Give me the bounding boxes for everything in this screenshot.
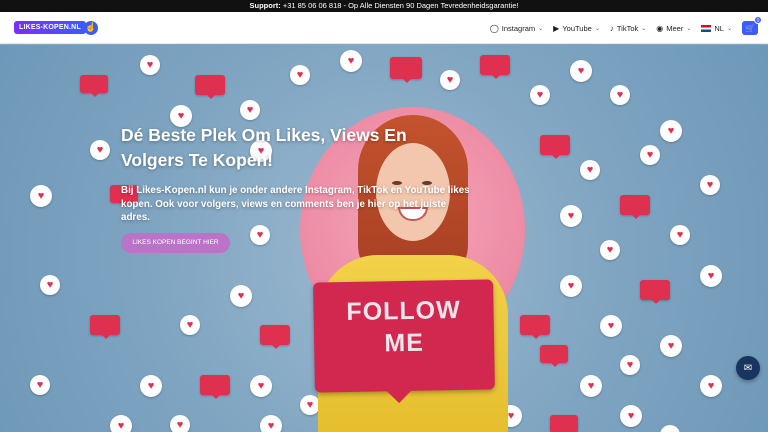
heart-bubble-decoration	[250, 375, 272, 397]
heart-bubble-decoration	[620, 355, 640, 375]
heart-bubble-decoration	[580, 375, 602, 397]
chevron-down-icon: ⌄	[641, 25, 647, 32]
likes-kopen-cta-button[interactable]: LIKES KOPEN BEGINT HIER	[121, 233, 230, 253]
announcement-bar: Support: +31 85 06 06 818 - Op Alle Dien…	[0, 0, 768, 12]
sign-line-1: FOLLOW	[346, 296, 461, 326]
heart-bubble-decoration	[610, 85, 630, 105]
heart-bubble-decoration	[440, 70, 460, 90]
chat-bubble-icon: ✉	[743, 362, 753, 374]
eye-icon: ◉	[656, 23, 664, 33]
menu-label-meer: Meer	[666, 23, 684, 33]
heart-bubble-decoration	[660, 425, 680, 432]
menu-item-tiktok[interactable]: ♪ TikTok ⌄	[610, 24, 646, 33]
heart-bubble-decoration	[700, 175, 720, 195]
menu-label-tiktok: TikTok	[616, 23, 639, 33]
menu-item-youtube[interactable]: ▶ YouTube ⌄	[553, 24, 600, 33]
menu-item-meer[interactable]: ◉ Meer ⌄	[656, 24, 691, 33]
chevron-down-icon: ⌄	[686, 25, 692, 32]
heart-bubble-decoration	[290, 65, 310, 85]
heart-bubble-decoration	[620, 405, 642, 427]
heart-bubble-decoration	[250, 225, 270, 245]
like-tag-decoration	[260, 325, 290, 349]
cart-button[interactable]: 🛒 0	[742, 16, 762, 35]
announcement-label: Support:	[249, 1, 281, 10]
hero-lead-text: Bij Likes-Kopen.nl kun je onder andere I…	[121, 185, 470, 223]
heart-bubble-decoration	[180, 315, 200, 335]
heart-bubble-decoration	[560, 205, 582, 227]
language-selector[interactable]: NL ⌄	[701, 24, 732, 33]
heart-bubble-decoration	[670, 225, 690, 245]
like-tag-decoration	[80, 75, 108, 97]
heart-bubble-decoration	[300, 395, 320, 415]
heart-bubble-decoration	[600, 315, 622, 337]
like-tag-decoration	[195, 75, 225, 99]
heart-bubble-decoration	[660, 120, 682, 142]
like-tag-decoration	[390, 57, 422, 83]
heart-bubble-decoration	[90, 140, 110, 160]
like-tag-decoration	[480, 55, 510, 79]
language-label: NL	[714, 23, 724, 33]
heart-bubble-decoration	[30, 185, 52, 207]
heart-bubble-decoration	[140, 55, 160, 75]
like-tag-decoration	[640, 280, 670, 304]
heart-bubble-decoration	[560, 275, 582, 297]
heart-bubble-decoration	[260, 415, 282, 432]
dutch-flag-icon	[701, 24, 712, 32]
chat-button[interactable]: ✉	[736, 356, 760, 380]
logo-text: LIKES-KOPEN.NL	[14, 21, 86, 34]
like-tag-decoration	[620, 195, 650, 219]
hero-headline: Dé Beste Plek Om Likes, Views En Volgers…	[121, 125, 407, 170]
announcement-text: +31 85 06 06 818 - Op Alle Diensten 90 D…	[280, 1, 519, 10]
heart-bubble-decoration	[340, 50, 362, 72]
menu-item-instagram[interactable]: ◯ Instagram ⌄	[490, 24, 543, 33]
heart-bubble-decoration	[660, 335, 682, 357]
heart-bubble-decoration	[700, 375, 722, 397]
heart-bubble-decoration	[700, 265, 722, 287]
like-tag-decoration	[540, 135, 570, 159]
site-header: LIKES-KOPEN.NL ☝ ◯ Instagram ⌄ ▶ YouTube…	[0, 12, 768, 44]
like-tag-decoration	[90, 315, 120, 339]
follow-me-sign: FOLLOW ME	[313, 279, 495, 393]
cart-icon: 🛒	[745, 23, 755, 33]
main-menu: ◯ Instagram ⌄ ▶ YouTube ⌄ ♪ TikTok ⌄ ◉ M…	[490, 12, 762, 44]
hero-section: FOLLOW ME	[0, 45, 768, 432]
menu-label-instagram: Instagram	[501, 23, 536, 33]
like-tag-decoration	[520, 315, 550, 339]
heart-bubble-decoration	[40, 275, 60, 295]
heart-bubble-decoration	[30, 375, 50, 395]
site-logo[interactable]: LIKES-KOPEN.NL ☝	[14, 20, 98, 35]
like-tag-decoration	[540, 345, 568, 367]
heart-bubble-decoration	[170, 415, 190, 432]
menu-label-youtube: YouTube	[562, 23, 592, 33]
cart-count-badge: 0	[754, 16, 762, 24]
sign-line-2: ME	[384, 328, 425, 358]
heart-bubble-decoration	[240, 100, 260, 120]
heart-bubble-decoration	[580, 160, 600, 180]
chevron-down-icon: ⌄	[538, 25, 544, 32]
heart-bubble-decoration	[230, 285, 252, 307]
heart-bubble-decoration	[140, 375, 162, 397]
instagram-icon: ◯	[489, 23, 499, 33]
like-tag-decoration	[550, 415, 578, 432]
like-tag-decoration	[200, 375, 230, 399]
chevron-down-icon: ⌄	[594, 25, 600, 32]
heart-bubble-decoration	[110, 415, 132, 432]
tiktok-icon: ♪	[609, 23, 614, 33]
heart-bubble-decoration	[640, 145, 660, 165]
chevron-down-icon: ⌄	[726, 25, 732, 32]
heart-bubble-decoration	[570, 60, 592, 82]
youtube-icon: ▶	[553, 23, 560, 33]
thumbs-up-icon: ☝	[83, 20, 98, 35]
heart-bubble-decoration	[600, 240, 620, 260]
heart-bubble-decoration	[530, 85, 550, 105]
